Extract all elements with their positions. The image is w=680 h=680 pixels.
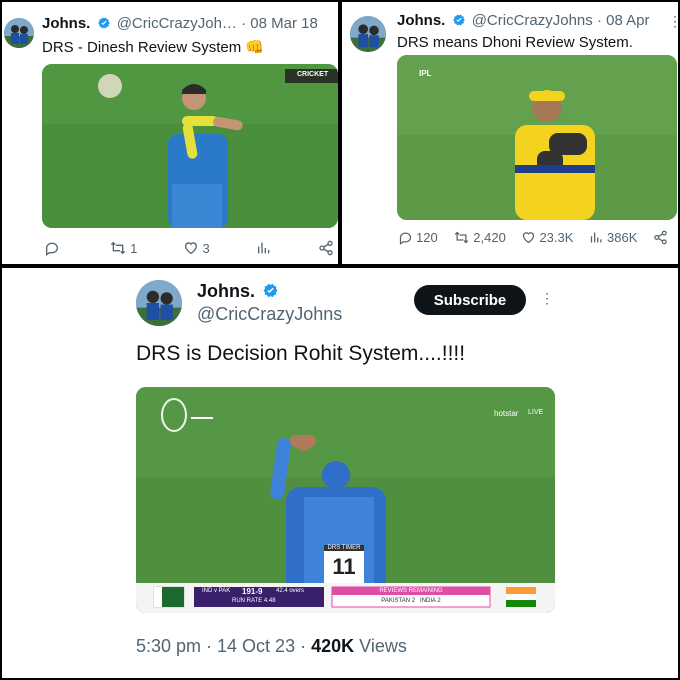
tweet-actions: 120 2,420 23.3K 386K — [398, 230, 668, 245]
separator-dot: · — [241, 15, 247, 32]
analytics-button[interactable] — [256, 240, 272, 256]
views-button[interactable]: 386K — [589, 230, 637, 245]
live-label: LIVE — [528, 409, 544, 416]
reply-icon — [399, 232, 412, 245]
verified-badge-icon — [452, 14, 465, 26]
tweet-actions: 1 3 — [44, 240, 334, 256]
tweet-text: DRS is Decision Rohit System....!!!! — [136, 342, 466, 365]
author-name[interactable]: Johns. — [42, 15, 90, 32]
separator-dot: · — [596, 12, 602, 29]
reply-button[interactable]: 120 — [398, 230, 438, 245]
reply-icon — [46, 242, 59, 256]
retweet-count: 2,420 — [473, 230, 506, 245]
verified-badge-icon — [263, 283, 278, 298]
tweet-media-image[interactable]: IPL — [397, 55, 677, 220]
broadcaster-logo: hotstar — [494, 409, 519, 418]
share-button[interactable] — [318, 240, 334, 256]
tweet-timestamp[interactable]: 5:30 pm · 14 Oct 23 · — [136, 636, 306, 656]
tweet-card-dhoni[interactable]: Johns. @CricCrazyJohns · 08 Apr ⋮ DRS me… — [342, 2, 678, 264]
retweet-icon — [455, 231, 469, 244]
like-button[interactable]: 23.3K — [521, 230, 573, 245]
avatar[interactable] — [136, 280, 182, 326]
tweet-card-dinesh[interactable]: Johns. @CricCrazyJoh… · 08 Mar 18 ⋮ DRS … — [2, 2, 338, 264]
media-overlay-label: IPL — [419, 69, 432, 78]
like-count: 23.3K — [539, 230, 574, 245]
views-count: 386K — [607, 230, 638, 245]
bar-chart-icon — [257, 242, 270, 254]
more-options-icon[interactable]: ⋮ — [540, 291, 554, 305]
tweet-text: DRS means Dhoni Review System. — [397, 34, 633, 51]
author-name[interactable]: Johns. — [197, 281, 255, 301]
retweet-icon — [110, 241, 126, 255]
media-overlay-label: CRICKET — [297, 71, 329, 78]
reply-button[interactable] — [44, 240, 63, 256]
tweet-date[interactable]: 08 Apr — [606, 12, 649, 29]
like-button[interactable]: 3 — [183, 240, 210, 256]
tweet-card-rohit[interactable]: Johns. @CricCrazyJohns Subscribe ⋮ DRS i… — [2, 268, 678, 678]
more-options-icon[interactable]: ⋮ — [668, 14, 678, 28]
author-handle[interactable]: @CricCrazyJohns — [472, 12, 593, 29]
share-icon — [319, 240, 333, 256]
score-overs: 42.4 overs — [276, 588, 305, 594]
reply-count: 120 — [416, 230, 438, 245]
run-rate: RUN RATE 4.48 — [232, 598, 276, 604]
author-handle[interactable]: @CricCrazyJoh… — [117, 15, 237, 32]
tweet-media-image[interactable]: CRICKET — [42, 64, 338, 228]
drs-timer-value: 11 — [332, 554, 356, 579]
verified-badge-icon — [97, 17, 110, 29]
heart-icon — [523, 232, 535, 244]
reviews-detail: PAKISTAN 2 INDIA 2 — [381, 598, 441, 604]
share-button[interactable] — [653, 230, 668, 245]
like-count: 3 — [202, 240, 210, 256]
views-label: Views — [359, 636, 407, 656]
tweet-date[interactable]: 08 Mar 18 — [250, 15, 318, 32]
avatar[interactable] — [350, 16, 386, 52]
author-name[interactable]: Johns. — [397, 12, 445, 29]
more-options-icon[interactable]: ⋮ — [333, 17, 338, 31]
retweet-button[interactable]: 1 — [109, 240, 137, 256]
score-match: IND v PAK — [202, 588, 231, 594]
tweet-timestamp-row: 5:30 pm · 14 Oct 23 · 420K Views — [136, 636, 407, 657]
tweet-media-image[interactable]: DRS TIMER 11 IND v PAK 191-9 42.4 overs … — [136, 387, 555, 613]
heart-icon — [185, 242, 198, 255]
avatar[interactable] — [4, 18, 34, 48]
drs-timer-label: DRS TIMER — [324, 545, 364, 551]
author-handle[interactable]: @CricCrazyJohns — [197, 303, 342, 325]
score-value: 191-9 — [242, 587, 263, 596]
retweet-count: 1 — [130, 240, 138, 256]
views-count: 420K — [311, 636, 355, 656]
reviews-label: REVIEWS REMAINING — [379, 588, 443, 594]
subscribe-button[interactable]: Subscribe — [414, 285, 526, 315]
tweet-text: DRS - Dinesh Review System 👊 — [42, 39, 265, 56]
share-icon — [654, 230, 667, 245]
bar-chart-icon — [590, 232, 602, 243]
retweet-button[interactable]: 2,420 — [453, 230, 506, 245]
